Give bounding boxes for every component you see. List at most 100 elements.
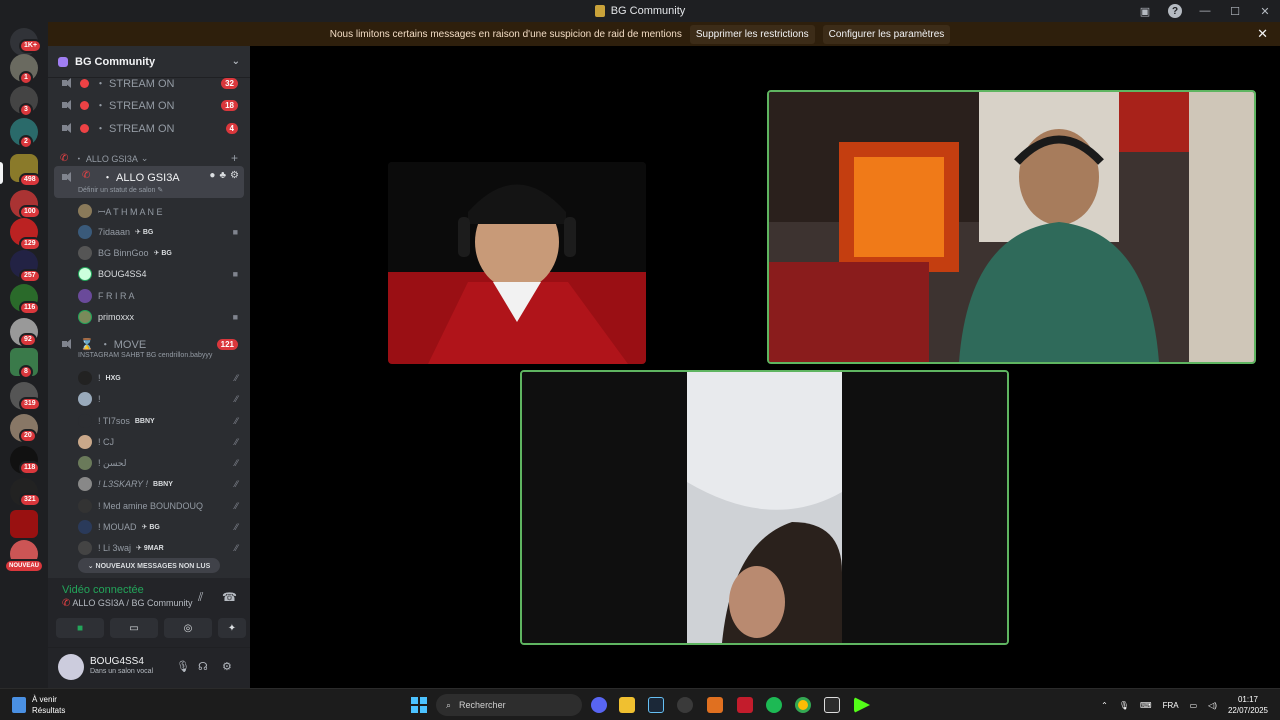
video-tile-speaking[interactable] bbox=[520, 370, 1009, 645]
app-icon[interactable] bbox=[824, 697, 840, 713]
avatar bbox=[78, 246, 92, 260]
voice-member[interactable]: primoxxx ■ bbox=[78, 307, 244, 327]
start-button[interactable] bbox=[411, 697, 427, 713]
soundboard-button[interactable]: ✦ bbox=[218, 618, 246, 638]
avatar bbox=[78, 520, 92, 534]
user-count-badge: 121 bbox=[216, 338, 238, 350]
voice-member[interactable]: ! HXG ⁄⁄ bbox=[78, 368, 244, 388]
server-icon[interactable] bbox=[10, 510, 38, 538]
invite-icon[interactable]: ♣ bbox=[219, 170, 226, 181]
voice-member[interactable]: ! ⁄⁄ bbox=[78, 389, 244, 409]
spotify-icon[interactable] bbox=[766, 697, 782, 713]
chrome-icon[interactable] bbox=[795, 697, 811, 713]
volume-icon[interactable]: ◁) bbox=[1208, 701, 1217, 710]
maximize-button[interactable]: ☐ bbox=[1220, 0, 1250, 22]
speaker-icon bbox=[62, 339, 74, 349]
microphone-icon[interactable]: 🎙 bbox=[1119, 701, 1129, 710]
chat-icon[interactable]: ● bbox=[209, 170, 215, 181]
member-name: ! L3SKARY ! bbox=[98, 479, 149, 489]
search-placeholder: Rechercher bbox=[459, 700, 506, 710]
raid-warning-banner: Nous limitons certains messages en raiso… bbox=[0, 22, 1280, 46]
voice-channel-stream[interactable]: ・ STREAM ON 18 bbox=[54, 95, 244, 115]
noise-suppression-icon[interactable]: ⫽ bbox=[198, 590, 203, 605]
avatar[interactable] bbox=[58, 654, 84, 680]
active-voice-channel[interactable]: ✆ ・ ALLO GSI3A Définir un statut de salo… bbox=[54, 166, 244, 198]
time: 01:17 bbox=[1237, 695, 1258, 704]
banner-close-icon[interactable]: ✕ bbox=[1257, 26, 1268, 42]
taskbar-search[interactable]: ⌕ Rechercher bbox=[436, 694, 582, 716]
voice-status[interactable]: Vidéo connectée bbox=[62, 584, 144, 596]
user-status: Dans un salon vocal bbox=[90, 668, 154, 675]
voice-member[interactable]: ! CJ ⁄⁄ bbox=[78, 432, 244, 452]
avatar bbox=[78, 310, 92, 324]
chevron-up-icon[interactable]: ⌃ bbox=[1101, 701, 1108, 710]
video-tile-speaking[interactable] bbox=[767, 90, 1256, 364]
minimize-button[interactable]: — bbox=[1190, 0, 1220, 22]
member-name: ! bbox=[98, 394, 101, 404]
new-unread-messages-button[interactable]: ⌄ NOUVEAUX MESSAGES NON LUS bbox=[78, 558, 220, 573]
discord-taskbar-icon[interactable] bbox=[591, 697, 607, 713]
configure-settings-button[interactable]: Configurer les paramètres bbox=[822, 24, 951, 44]
user-count-badge: 4 bbox=[225, 122, 238, 134]
screen-share-button[interactable]: ▭ bbox=[110, 618, 158, 638]
app-icon[interactable] bbox=[737, 697, 753, 713]
server-badge: 92 bbox=[19, 333, 37, 347]
file-explorer-icon[interactable] bbox=[619, 697, 635, 713]
deafened-icon: ⁄⁄ bbox=[234, 479, 238, 489]
channel-status[interactable]: Définir un statut de salon ✎ bbox=[78, 186, 163, 194]
app-icon[interactable] bbox=[707, 697, 723, 713]
app-icon[interactable] bbox=[677, 697, 693, 713]
voice-member[interactable]: ! MOUAD ✈ BG ⁄⁄ bbox=[78, 517, 244, 537]
remove-restrictions-button[interactable]: Supprimer les restrictions bbox=[689, 24, 815, 44]
phone-icon: ✆ bbox=[60, 152, 69, 164]
network-icon[interactable]: ▭ bbox=[1190, 701, 1198, 710]
window-title: BG Community bbox=[594, 5, 685, 17]
voice-member[interactable]: ! لحسن ⁄⁄ bbox=[78, 453, 244, 473]
voice-member[interactable]: BOUG4SS4 ■ bbox=[78, 264, 244, 284]
deafened-icon: ⁄⁄ bbox=[234, 501, 238, 511]
inbox-icon[interactable]: ▣ bbox=[1130, 0, 1160, 22]
active-server-indicator bbox=[0, 162, 3, 184]
disconnect-icon[interactable]: ☎ bbox=[222, 590, 237, 604]
close-window-button[interactable]: ✕ bbox=[1250, 0, 1280, 22]
activity-button[interactable]: ◎ bbox=[164, 618, 212, 638]
voice-member[interactable]: F R I R A bbox=[78, 286, 244, 306]
date: 22/07/2025 bbox=[1227, 706, 1268, 715]
deafened-icon: ⁄⁄ bbox=[234, 458, 238, 468]
voice-member[interactable]: ! Li 3waj ✈ 9MAR ⁄⁄ bbox=[78, 538, 244, 558]
help-button[interactable]: ? bbox=[1160, 0, 1190, 22]
weather-subtitle: Résultats bbox=[32, 706, 66, 715]
camera-button[interactable]: ■ bbox=[56, 618, 104, 638]
voice-member[interactable]: ꟷA T H M A N E bbox=[78, 201, 244, 221]
voice-channel-stream[interactable]: ・ STREAM ON 4 bbox=[54, 118, 244, 138]
voice-channel-stream[interactable]: ・ STREAM ON 32 bbox=[54, 73, 244, 93]
weather-widget[interactable]: À venir Résultats bbox=[12, 694, 65, 716]
server-badge: 257 bbox=[19, 269, 41, 283]
channel-label: ・ STREAM ON bbox=[95, 100, 175, 112]
add-channel-icon[interactable]: + bbox=[231, 151, 238, 165]
voice-member[interactable]: ! Med amine BOUNDOUQ ⁄⁄ bbox=[78, 496, 244, 516]
keyboard-icon[interactable]: ⌨ bbox=[1140, 701, 1152, 710]
voice-member[interactable]: ! TI7sos BBNY ⁄⁄ bbox=[78, 411, 244, 431]
video-tile[interactable] bbox=[388, 162, 646, 364]
gear-icon[interactable]: ⚙ bbox=[222, 660, 232, 673]
steam-icon[interactable] bbox=[648, 697, 664, 713]
voice-member[interactable]: 7idaaan ✈ BG ■ bbox=[78, 222, 244, 242]
category-allo-gsi3a[interactable]: ✆ ・ ALLO GSI3A ⌄ + bbox=[54, 150, 244, 166]
kick-icon[interactable] bbox=[854, 697, 870, 713]
headphones-icon[interactable]: ☊ bbox=[198, 660, 208, 673]
voice-channel-move[interactable]: ⌛ ・ MOVE 121 bbox=[54, 334, 244, 354]
voice-member[interactable]: ! L3SKARY ! BBNY ⁄⁄ bbox=[78, 474, 244, 494]
username[interactable]: BOUG4SS4 bbox=[90, 656, 144, 667]
language-indicator[interactable]: FRA bbox=[1163, 701, 1179, 710]
member-name: ! bbox=[98, 373, 101, 383]
clock[interactable]: 01:17 22/07/2025 bbox=[1228, 694, 1268, 716]
server-badge: 8 bbox=[19, 365, 33, 379]
hourglass-icon: ⌛ bbox=[80, 338, 94, 351]
gear-icon[interactable]: ⚙ bbox=[230, 170, 239, 181]
microphone-icon[interactable]: 🎙 bbox=[176, 660, 190, 673]
member-name: ! TI7sos bbox=[98, 416, 130, 426]
voice-location[interactable]: ✆ ALLO GSI3A / BG Community bbox=[62, 598, 192, 609]
server-rail: 1K+ 1 3 2 498 100 129 257 116 92 8 319 2… bbox=[0, 22, 48, 688]
voice-member[interactable]: BG BinnGoo ✈ BG bbox=[78, 243, 244, 263]
